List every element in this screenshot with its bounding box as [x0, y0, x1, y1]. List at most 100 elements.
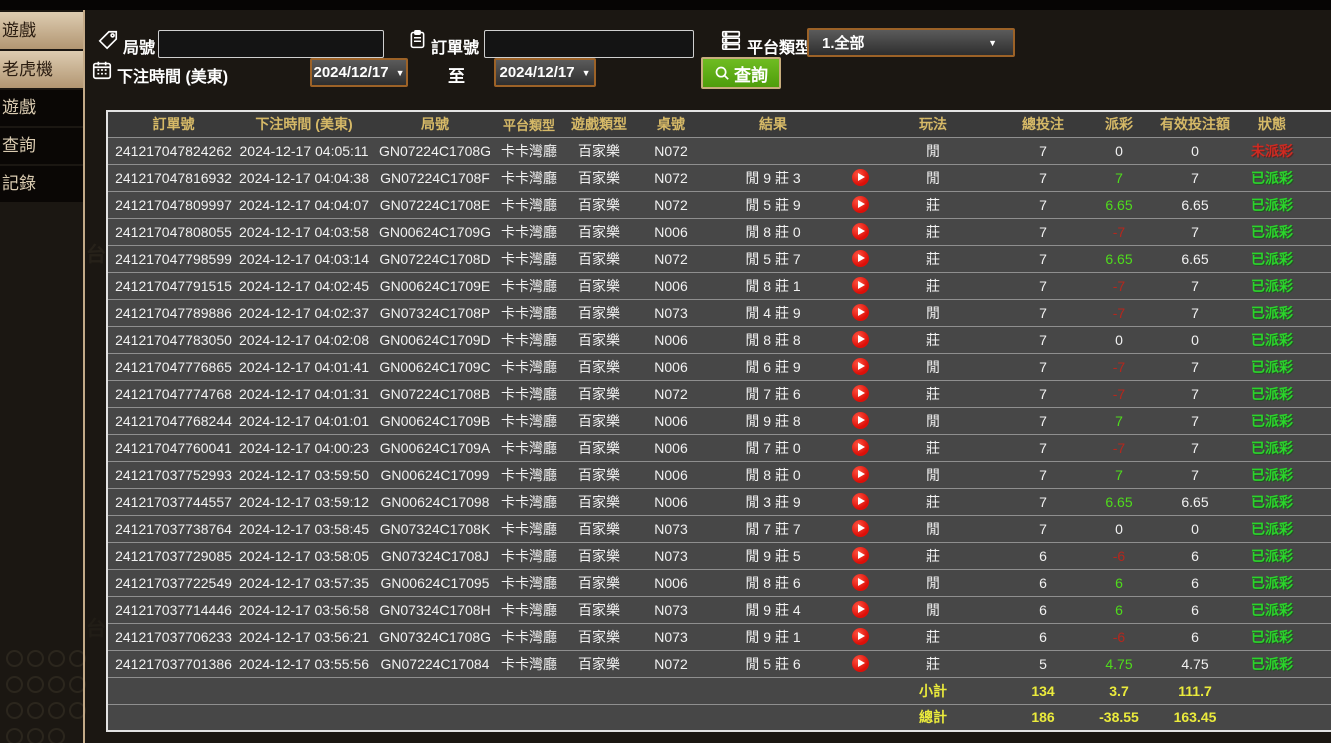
platform-type-select[interactable]: 1.全部 ▼ [807, 28, 1015, 57]
cell-extra [1297, 514, 1331, 542]
sidebar-item-games[interactable]: 遊戲 [0, 90, 83, 126]
cell-valid-bet: 7 [1143, 433, 1247, 461]
platform-type-label: 平台類型 [747, 40, 812, 57]
round-id-label: 局號 [123, 40, 156, 57]
replay-button[interactable] [851, 493, 869, 511]
cell-total-bet: 7 [991, 163, 1095, 191]
replay-button[interactable] [851, 277, 869, 295]
cell-result: 閒 7 莊 7 [701, 514, 845, 542]
platform-type-value: 1.全部 [822, 35, 865, 52]
replay-button[interactable] [851, 223, 869, 241]
cell-replay [845, 244, 875, 272]
date-to-picker[interactable]: 2024/12/17 ▼ [494, 58, 596, 87]
table-row: 241217037701386 2024-12-17 03:55:56 GN0722… [107, 649, 1331, 677]
to-label: 至 [448, 67, 465, 86]
cell-round-id: GN00624C17098 [369, 487, 501, 515]
cell-platform: 卡卡灣廳 [501, 622, 557, 650]
replay-button[interactable] [851, 196, 869, 214]
replay-button[interactable] [851, 358, 869, 376]
subtotal-row: 小計 134 3.7 111.7 [107, 676, 1331, 704]
replay-button[interactable] [851, 655, 869, 673]
cell-replay [845, 595, 875, 623]
replay-button[interactable] [851, 601, 869, 619]
sidebar-item-records[interactable]: 記錄 [0, 166, 83, 202]
cell-game-type: 百家樂 [557, 190, 641, 218]
cell-result: 閒 4 莊 9 [701, 298, 845, 326]
cell-round-id: GN07224C1708E [369, 190, 501, 218]
cell-table-no: N006 [641, 460, 701, 488]
cell-payout: -6 [1095, 541, 1143, 569]
cell-total-bet: 7 [991, 217, 1095, 245]
replay-button[interactable] [851, 412, 869, 430]
cell-game-type: 百家樂 [557, 433, 641, 461]
cell-extra [1297, 460, 1331, 488]
replay-button[interactable] [851, 439, 869, 457]
replay-button[interactable] [851, 304, 869, 322]
replay-button[interactable] [851, 385, 869, 403]
cell-round-id: GN07324C1708G [369, 622, 501, 650]
replay-button[interactable] [851, 574, 869, 592]
subtotal-total-bet: 134 [991, 676, 1095, 704]
cell-status: 已派彩 [1247, 217, 1297, 245]
search-button[interactable]: 查詢 [701, 57, 781, 89]
cell-extra [1297, 487, 1331, 515]
cell-bet-type: 閒 [875, 352, 991, 380]
cell-game-type: 百家樂 [557, 352, 641, 380]
sidebar-item-query[interactable]: 查詢 [0, 128, 83, 164]
cell-extra [1297, 325, 1331, 353]
cell-extra [1297, 541, 1331, 569]
cell-bet-time: 2024-12-17 04:03:58 [239, 217, 369, 245]
search-button-label: 查詢 [734, 65, 768, 85]
sidebar-item-live-games[interactable]: 遊戲 [0, 12, 83, 49]
cell-payout: -7 [1095, 433, 1143, 461]
replay-button[interactable] [851, 520, 869, 538]
cell-table-no: N006 [641, 325, 701, 353]
cell-status: 已派彩 [1247, 325, 1297, 353]
cell-bet-time: 2024-12-17 03:57:35 [239, 568, 369, 596]
cell-payout: -7 [1095, 271, 1143, 299]
platform-icon [720, 29, 742, 51]
replay-button[interactable] [851, 169, 869, 187]
cell-round-id: GN07224C17084 [369, 649, 501, 677]
round-id-input[interactable] [158, 30, 384, 58]
calendar-icon [91, 59, 113, 81]
cell-status: 未派彩 [1247, 136, 1297, 164]
cell-extra [1297, 190, 1331, 218]
table-row: 241217047768244 2024-12-17 04:01:01 GN0062… [107, 406, 1331, 434]
col-valid-bet: 有效投注額 [1143, 111, 1247, 137]
table-row: 241217037722549 2024-12-17 03:57:35 GN0062… [107, 568, 1331, 596]
cell-status: 已派彩 [1247, 406, 1297, 434]
replay-button[interactable] [851, 250, 869, 268]
cell-total-bet: 7 [991, 352, 1095, 380]
cell-bet-type: 閒 [875, 163, 991, 191]
cell-order-id: 241217037752993 [107, 460, 239, 488]
cell-payout: 6.65 [1095, 190, 1143, 218]
cell-table-no: N072 [641, 244, 701, 272]
date-from-picker[interactable]: 2024/12/17 ▼ [310, 58, 408, 87]
col-table-no: 桌號 [641, 111, 701, 137]
replay-button[interactable] [851, 628, 869, 646]
subtotal-label: 小計 [875, 676, 991, 704]
cell-game-type: 百家樂 [557, 622, 641, 650]
cell-payout: -6 [1095, 622, 1143, 650]
clipboard-icon [407, 29, 428, 50]
table-row: 241217047760041 2024-12-17 04:00:23 GN0062… [107, 433, 1331, 461]
col-status: 狀態 [1247, 111, 1297, 137]
cell-platform: 卡卡灣廳 [501, 406, 557, 434]
replay-button[interactable] [851, 331, 869, 349]
replay-button[interactable] [851, 466, 869, 484]
cell-round-id: GN07324C1708P [369, 298, 501, 326]
cell-bet-time: 2024-12-17 04:01:41 [239, 352, 369, 380]
sidebar-item-slots[interactable]: 老虎機 [0, 51, 83, 88]
order-id-input[interactable] [484, 30, 694, 58]
cell-order-id: 241217047824262 [107, 136, 239, 164]
cell-bet-time: 2024-12-17 04:04:07 [239, 190, 369, 218]
cell-platform: 卡卡灣廳 [501, 649, 557, 677]
tag-icon [97, 29, 119, 51]
replay-button[interactable] [851, 547, 869, 565]
col-result: 結果 [701, 111, 845, 137]
cell-game-type: 百家樂 [557, 568, 641, 596]
table-row: 241217047791515 2024-12-17 04:02:45 GN0062… [107, 271, 1331, 299]
cell-valid-bet: 7 [1143, 298, 1247, 326]
cell-replay [845, 541, 875, 569]
